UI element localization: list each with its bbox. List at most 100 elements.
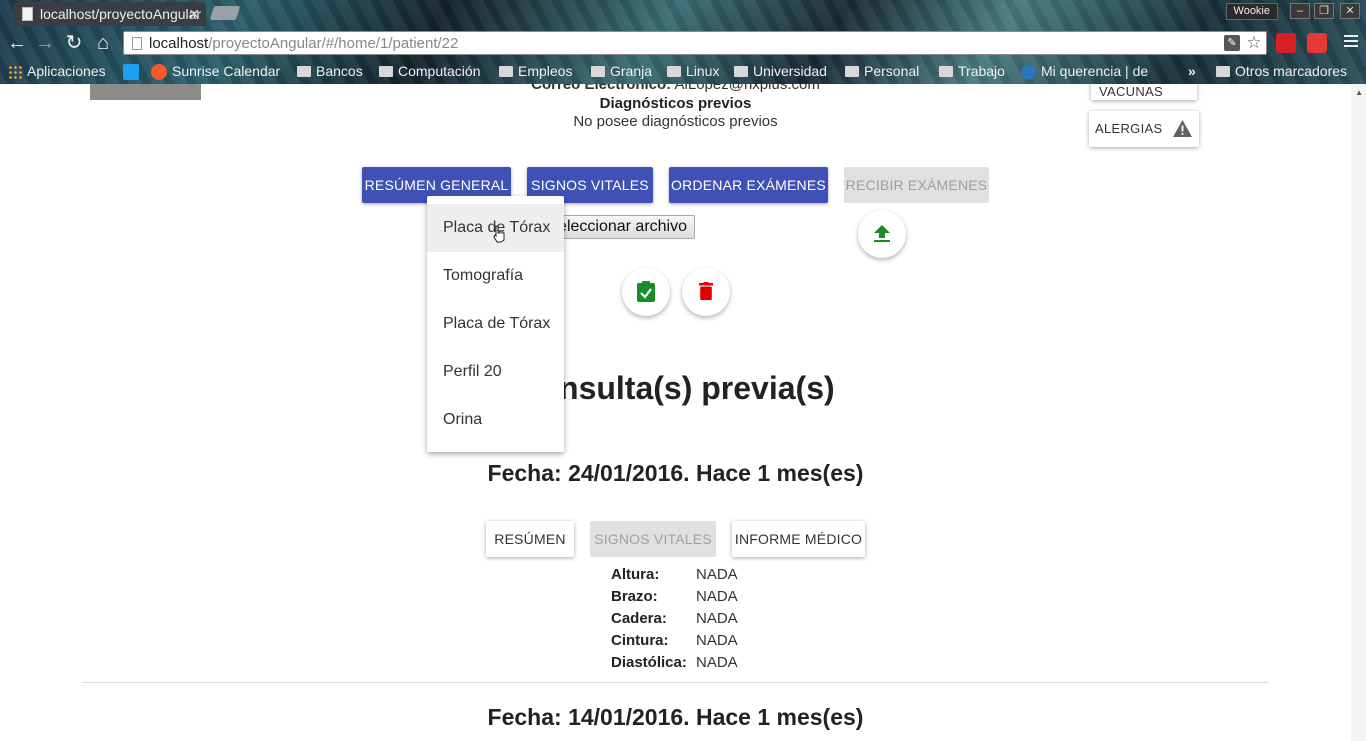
folder-icon bbox=[297, 65, 311, 77]
bookmarks-overflow-icon[interactable]: » bbox=[1188, 62, 1196, 80]
page-icon bbox=[132, 37, 142, 50]
folder-icon bbox=[734, 65, 748, 77]
bookmark-apps[interactable]: Aplicaciones bbox=[8, 62, 106, 80]
vital-label: Cadera: bbox=[611, 610, 667, 627]
folder-icon bbox=[591, 65, 605, 77]
page-scrollbar[interactable]: ▲ bbox=[1351, 84, 1366, 741]
bookmark-mi-querencia[interactable]: Mi querencia | de bbox=[1021, 62, 1148, 80]
browser-tab-title: localhost/proyectoAngular bbox=[40, 6, 202, 22]
browser-tab-active[interactable]: localhost/proyectoAngular ✕ bbox=[14, 2, 206, 26]
folder-icon bbox=[845, 65, 859, 77]
email-label: Correo Electrónico: bbox=[531, 84, 672, 93]
exam-menu-item[interactable]: Placa de Tórax bbox=[427, 300, 564, 348]
exam-menu-item[interactable]: Orina bbox=[427, 396, 564, 444]
forward-arrow-icon[interactable]: → bbox=[34, 31, 56, 55]
bookmark-label: Granja bbox=[610, 63, 653, 79]
vital-label: Diastólica: bbox=[611, 654, 687, 671]
exam-menu-item[interactable]: Perfil 20 bbox=[427, 348, 564, 396]
vital-value: NADA bbox=[696, 566, 738, 583]
warning-icon bbox=[1173, 120, 1192, 137]
bookmark-sunrise[interactable]: Sunrise Calendar bbox=[151, 62, 280, 81]
sunrise-icon bbox=[151, 64, 167, 81]
bookmark-label: Mi querencia | de bbox=[1041, 63, 1149, 79]
scroll-up-arrow-icon[interactable]: ▲ bbox=[1355, 88, 1363, 97]
vital-row-cadera: Cadera: NADA bbox=[611, 608, 738, 630]
tab-order-exams[interactable]: ORDENAR EXÁMENES bbox=[669, 167, 828, 203]
address-bar[interactable]: localhost/proyectoAngular/#/home/1/patie… bbox=[123, 31, 1267, 55]
consultation-date-heading: Fecha: 24/01/2016. Hace 1 mes(es) bbox=[487, 460, 864, 486]
reload-icon[interactable]: ↻ bbox=[63, 31, 85, 55]
bookmark-label: Personal bbox=[864, 63, 920, 79]
allergies-button[interactable]: ALERGIAS bbox=[1089, 111, 1199, 147]
vital-value: NADA bbox=[696, 610, 738, 627]
vaccines-label: VACUNAS bbox=[1099, 84, 1163, 99]
confirm-exam-button[interactable] bbox=[622, 268, 670, 316]
new-tab-button[interactable] bbox=[209, 6, 241, 20]
tab-strip: localhost/proyectoAngular ✕ Wookie – ❐ ✕ bbox=[0, 0, 1366, 28]
close-window-icon[interactable]: ✕ bbox=[1340, 3, 1360, 19]
bookmark-personal[interactable]: Personal bbox=[845, 62, 919, 80]
vital-value: NADA bbox=[696, 632, 738, 649]
bookmark-granja[interactable]: Granja bbox=[591, 62, 652, 80]
consultation-divider bbox=[82, 682, 1269, 683]
bookmark-trabajo[interactable]: Trabajo bbox=[939, 62, 1005, 80]
vaccines-button[interactable]: VACUNAS bbox=[1091, 84, 1197, 100]
bookmark-label: Otros marcadores bbox=[1235, 63, 1348, 79]
extension-red-icon[interactable] bbox=[1276, 33, 1296, 53]
vitals-list: Altura: NADA Brazo: NADA Cadera: NADA Cintu… bbox=[611, 564, 738, 674]
browser-toolbar: ← → ↻ ⌂ localhost/proyectoAngular/#/home… bbox=[0, 28, 1366, 58]
extension-wrench-icon[interactable]: ✎ bbox=[1224, 35, 1240, 51]
bookmark-empleos[interactable]: Empleos bbox=[499, 62, 572, 80]
bookmark-star-icon[interactable]: ☆ bbox=[1246, 34, 1262, 51]
consultation-date-heading: Fecha: 14/01/2016. Hace 1 mes(es) bbox=[487, 704, 864, 730]
clipboard-check-icon bbox=[637, 281, 655, 302]
bookmarks-bar: Aplicaciones Sunrise Calendar Bancos Com… bbox=[0, 59, 1366, 83]
bookmark-universidad[interactable]: Universidad bbox=[734, 62, 827, 80]
delete-exam-button[interactable] bbox=[682, 268, 730, 316]
twitter-icon bbox=[123, 64, 139, 81]
bookmark-label: Bancos bbox=[316, 63, 363, 79]
vital-row-altura: Altura: NADA bbox=[611, 564, 738, 586]
profile-badge[interactable]: Wookie bbox=[1225, 3, 1278, 20]
url-path: /proyectoAngular/#/home/1/patient/22 bbox=[208, 35, 459, 52]
page-icon bbox=[22, 7, 33, 21]
bookmark-label: Linux bbox=[686, 63, 720, 79]
bookmark-linux[interactable]: Linux bbox=[667, 62, 719, 80]
bookmark-bancos[interactable]: Bancos bbox=[297, 62, 363, 80]
close-tab-icon[interactable]: ✕ bbox=[188, 2, 200, 26]
vital-label: Altura: bbox=[611, 566, 660, 583]
vital-label: Brazo: bbox=[611, 588, 658, 605]
vital-row-diastolica: Diastólica: NADA bbox=[611, 652, 738, 674]
allergies-label: ALERGIAS bbox=[1095, 121, 1163, 136]
url-host: localhost bbox=[149, 35, 209, 52]
back-arrow-icon[interactable]: ← bbox=[6, 31, 28, 55]
exam-menu-item[interactable]: Tomografía bbox=[427, 252, 564, 300]
hand-cursor-icon bbox=[493, 225, 505, 243]
chrome-menu-icon[interactable] bbox=[1344, 35, 1358, 49]
home-icon[interactable]: ⌂ bbox=[92, 31, 114, 55]
folder-icon bbox=[379, 65, 393, 77]
upload-icon bbox=[874, 225, 890, 242]
upload-button[interactable] bbox=[858, 210, 906, 258]
vital-value: NADA bbox=[696, 654, 738, 671]
consultation-vitals-button: SIGNOS VITALES bbox=[590, 521, 716, 557]
restore-window-icon[interactable]: ❐ bbox=[1314, 3, 1334, 19]
consultation-summary-button[interactable]: RESÚMEN bbox=[486, 521, 574, 557]
extension-todo-icon[interactable] bbox=[1307, 33, 1327, 53]
vital-label: Cintura: bbox=[611, 632, 669, 649]
bookmark-label: Universidad bbox=[753, 63, 827, 79]
vital-value: NADA bbox=[696, 588, 738, 605]
bookmark-computacion[interactable]: Computación bbox=[379, 62, 481, 80]
folder-icon bbox=[667, 65, 681, 77]
minimize-window-icon[interactable]: – bbox=[1290, 3, 1310, 19]
tab-receive-exams: RECIBIR EXÁMENES bbox=[844, 167, 989, 203]
bookmark-label: Empleos bbox=[518, 63, 573, 79]
bookmark-label: Aplicaciones bbox=[27, 63, 106, 79]
browser-chrome: localhost/proyectoAngular ✕ Wookie – ❐ ✕… bbox=[0, 0, 1366, 84]
consultation-report-button[interactable]: INFORME MÉDICO bbox=[732, 521, 865, 557]
previous-consultations-title: Consulta(s) previa(s) bbox=[516, 370, 835, 406]
bookmark-label: Trabajo bbox=[958, 63, 1005, 79]
email-value: AlLopez@hxplus.com bbox=[674, 84, 820, 93]
bookmark-twitter[interactable] bbox=[123, 62, 144, 81]
other-bookmarks[interactable]: Otros marcadores bbox=[1216, 62, 1347, 80]
